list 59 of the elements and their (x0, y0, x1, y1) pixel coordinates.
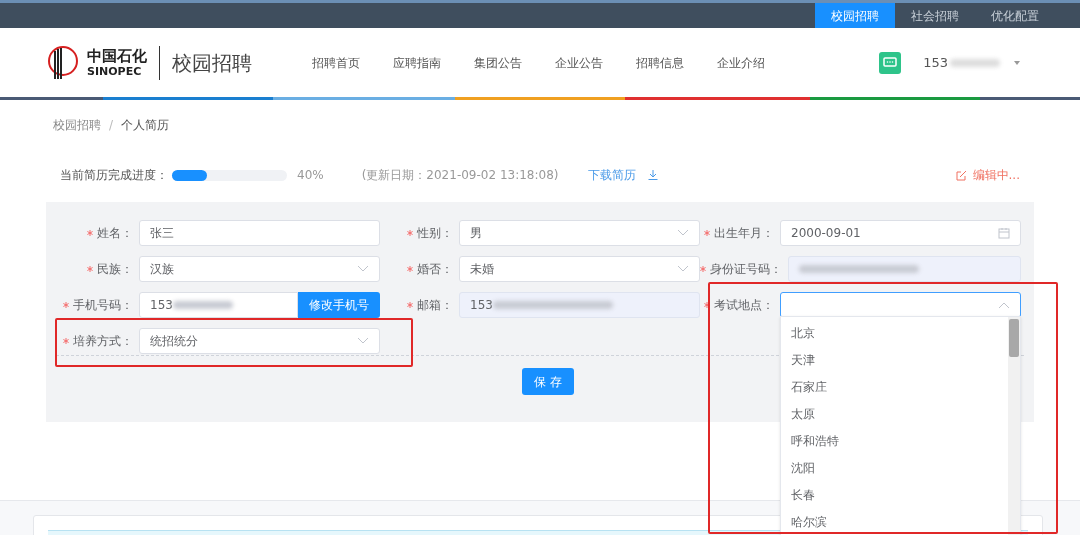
download-icon[interactable] (648, 170, 659, 180)
nav-link[interactable]: 集团公告 (474, 53, 527, 72)
top-tab[interactable]: 优化配置 (975, 3, 1055, 28)
logo-text: 中国石化 (87, 48, 147, 64)
progress-label: 当前简历完成进度： (60, 167, 168, 184)
progress-reading: 40% (297, 167, 324, 184)
select-field[interactable]: 汉族 (139, 256, 380, 282)
breadcrumb-link[interactable]: 个人简历 (121, 116, 170, 134)
select-field[interactable] (780, 292, 1021, 318)
dropdown-option[interactable]: 太原 (781, 400, 1008, 427)
chat-icon[interactable] (879, 51, 902, 74)
phone-field[interactable]: 153 (139, 292, 298, 318)
nav-link[interactable]: 企业公告 (555, 53, 608, 72)
field-label: 身份证号码： (710, 261, 782, 278)
scrollbar[interactable] (1008, 317, 1020, 535)
chevron-down-icon (677, 229, 689, 237)
nav-link[interactable]: 企业介绍 (717, 53, 770, 72)
logo-text: SINOPEC (87, 65, 143, 77)
breadcrumb-link[interactable]: 校园招聘 (53, 116, 101, 134)
field-label: 考试地点： (714, 297, 774, 314)
chevron-down-icon (357, 337, 369, 345)
editing-status: 编辑中... (972, 167, 1020, 184)
site-title: 校园招聘 (172, 49, 252, 77)
field-label: 邮箱： (417, 297, 453, 314)
redacted-value (172, 301, 233, 309)
dropdown-option[interactable]: 哈尔滨 (781, 508, 1008, 535)
nav-link[interactable]: 招聘首页 (312, 53, 365, 72)
chevron-up-icon (998, 301, 1010, 309)
dropdown-option[interactable]: 天津 (781, 346, 1008, 373)
chevron-down-icon (677, 265, 689, 273)
update-date: (更新日期：2021-09-02 13:18:08) (361, 167, 559, 184)
dropdown-option[interactable]: 长春 (781, 481, 1008, 508)
top-tab[interactable]: 社会招聘 (895, 3, 975, 28)
field-label: 婚否： (417, 261, 453, 278)
date-field[interactable]: 2000-09-01 (780, 220, 1021, 246)
field-label: 手机号码： (73, 297, 133, 314)
field-label: 出生年月： (714, 225, 774, 242)
nav-link[interactable]: 招聘信息 (636, 53, 689, 72)
edit-icon (955, 169, 967, 181)
readonly-field: 153 (459, 292, 700, 318)
field-label: 民族： (97, 261, 133, 278)
field-label: 性别： (417, 225, 453, 242)
text-field[interactable]: 张三 (139, 220, 380, 246)
dropdown-option[interactable]: 呼和浩特 (781, 427, 1008, 454)
nav-link[interactable]: 应聘指南 (393, 53, 446, 72)
calendar-icon (998, 227, 1010, 239)
select-field[interactable]: 统招统分 (139, 328, 380, 354)
dropdown-option[interactable]: 沈阳 (781, 454, 1008, 481)
select-field[interactable]: 男 (459, 220, 700, 246)
select-field[interactable]: 未婚 (459, 256, 700, 282)
logo-icon (45, 44, 79, 81)
field-label: 姓名： (97, 225, 133, 242)
chevron-down-icon (357, 265, 369, 273)
dropdown-option[interactable]: 北京 (781, 319, 1008, 346)
breadcrumb-separator: / (109, 117, 114, 134)
caret-icon (1014, 60, 1020, 65)
dropdown-option[interactable]: 石家庄 (781, 373, 1008, 400)
field-label: 培养方式： (73, 333, 133, 350)
user-account[interactable]: 153 (923, 52, 1000, 73)
